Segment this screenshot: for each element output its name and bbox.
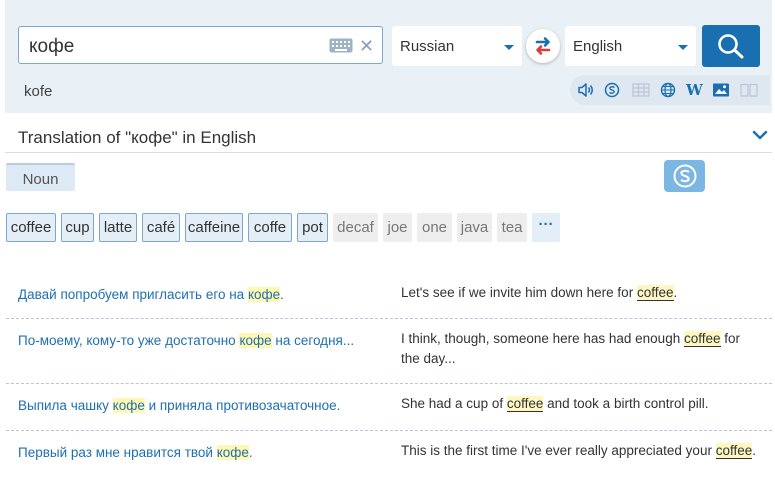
pronunciation-button[interactable] — [664, 160, 705, 192]
translation-chip[interactable]: coffe — [248, 213, 292, 242]
chevron-down-icon — [678, 45, 688, 50]
target-language-label: English — [573, 38, 623, 55]
translation-chip[interactable]: latte — [99, 213, 137, 242]
search-query-text: кофе — [29, 36, 75, 57]
translation-chip[interactable]: joe — [383, 213, 412, 242]
tab-noun[interactable]: Noun — [6, 163, 75, 191]
swap-languages-button[interactable] — [526, 29, 560, 63]
image-icon[interactable] — [712, 82, 730, 98]
example-target: She had a cup of coffee and took a birth… — [401, 396, 709, 412]
example-target: This is the first time I've ever really … — [401, 443, 757, 459]
more-translations-button[interactable]: ··· — [532, 213, 560, 242]
example-source[interactable]: По-моему, кому-то уже достаточно кофе на… — [18, 331, 380, 350]
example-target: Let's see if we invite him down here for… — [401, 285, 678, 301]
divider — [6, 318, 772, 319]
search-input[interactable]: кофе ✕ — [18, 26, 383, 64]
translation-chip[interactable]: coffee — [6, 213, 56, 242]
translation-chip[interactable]: decaf — [333, 213, 378, 242]
search-icon — [718, 34, 744, 59]
chevron-down-icon — [504, 45, 514, 50]
example-source[interactable]: Первый раз мне нравится твой кофе. — [18, 443, 380, 462]
speak-s-icon — [673, 164, 697, 188]
divider — [6, 430, 772, 431]
transliteration: kofe — [24, 83, 53, 100]
example-source[interactable]: Давай попробуем пригласить его на кофе. — [18, 285, 380, 304]
clear-icon[interactable]: ✕ — [359, 37, 374, 55]
divider — [6, 383, 772, 384]
translation-chip[interactable]: caffeine — [185, 213, 243, 242]
translation-chip[interactable]: cup — [61, 213, 94, 242]
table-icon[interactable] — [632, 82, 650, 98]
swap-icon — [535, 37, 551, 55]
divider — [5, 152, 772, 153]
keyboard-icon[interactable] — [329, 38, 353, 58]
translation-chip[interactable]: tea — [497, 213, 527, 242]
search-button[interactable] — [702, 25, 760, 67]
tools-bar: W — [570, 75, 770, 105]
translation-chip[interactable]: pot — [297, 213, 328, 242]
speak-s-icon[interactable] — [604, 82, 622, 98]
source-language-select[interactable]: Russian — [392, 26, 522, 66]
translation-chip[interactable]: one — [417, 213, 452, 242]
target-language-select[interactable]: English — [565, 26, 696, 66]
translation-chip[interactable]: café — [142, 213, 180, 242]
globe-icon[interactable] — [659, 82, 677, 98]
tab-noun-label: Noun — [22, 171, 59, 188]
example-source[interactable]: Выпила чашку кофе и приняла противозачат… — [18, 396, 380, 415]
speaker-icon[interactable] — [577, 82, 595, 98]
translation-chip[interactable]: java — [457, 213, 492, 242]
wikipedia-icon[interactable]: W — [686, 82, 704, 98]
translation-heading: Translation of "кофе" in English — [18, 128, 257, 147]
source-language-label: Russian — [400, 38, 455, 55]
example-target: I think, though, someone here has had en… — [401, 331, 741, 366]
book-icon[interactable] — [740, 82, 758, 98]
chevron-down-icon[interactable] — [752, 128, 768, 146]
